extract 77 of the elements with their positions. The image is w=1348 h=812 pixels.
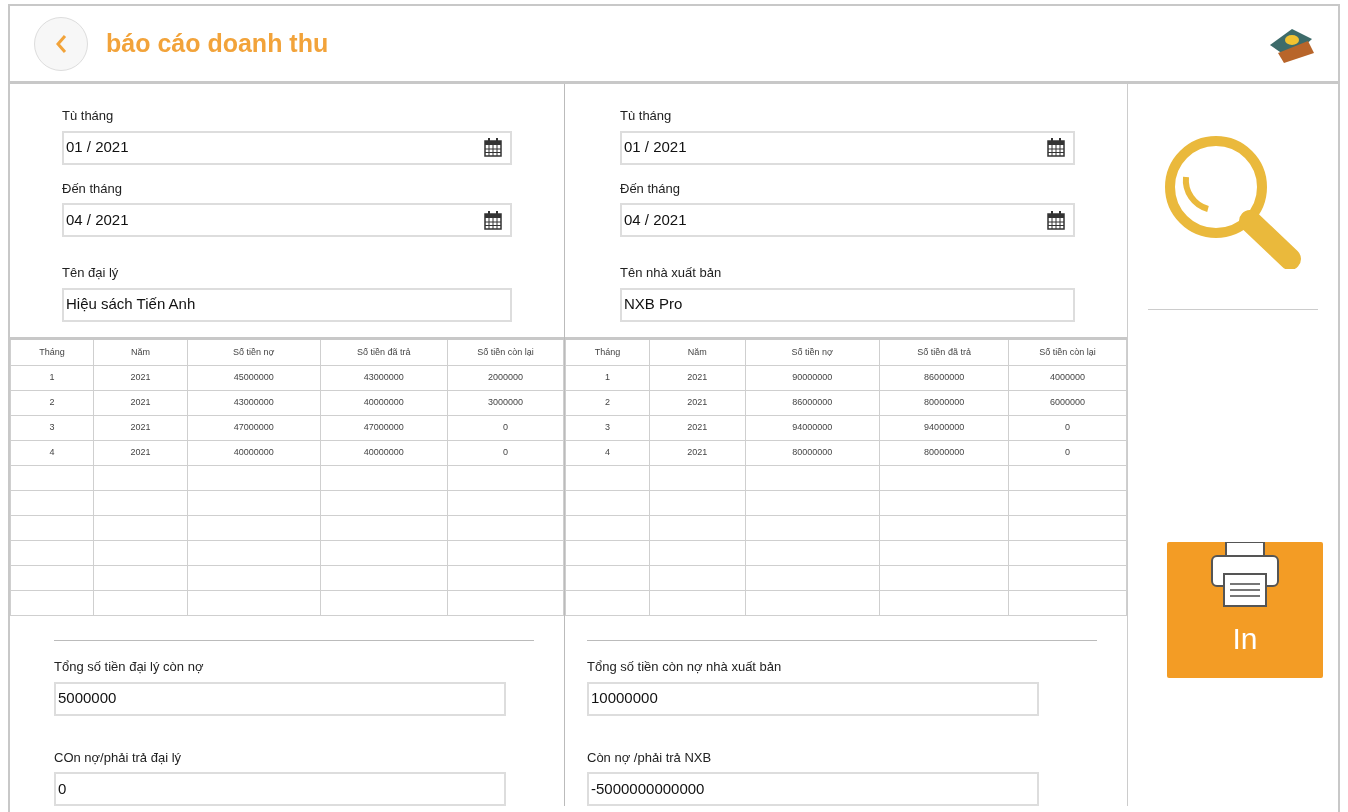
table-cell: 47000000: [320, 415, 448, 441]
table-cell: 6000000: [1008, 390, 1127, 416]
table-cell: 47000000: [187, 415, 321, 441]
column-header: Tháng: [10, 338, 94, 366]
column-header: Số tiền đã trả: [879, 338, 1009, 366]
table-cell: 0: [1008, 440, 1127, 466]
table-cell: 3000000: [447, 390, 564, 416]
input-field[interactable]: NXB Pro: [620, 287, 1075, 322]
input-field[interactable]: Hiệu sách Tiến Anh: [62, 287, 512, 322]
column-header: Số tiền nợ: [187, 338, 321, 366]
field-label: Đến tháng: [620, 179, 681, 198]
table-cell: 2: [10, 390, 94, 416]
field-label: Đến tháng: [62, 179, 123, 198]
table-cell: 90000000: [745, 365, 880, 391]
table-cell: 43000000: [187, 390, 321, 416]
table-cell: 40000000: [320, 440, 448, 466]
table-cell: 80000000: [745, 440, 880, 466]
table-cell: 86000000: [879, 365, 1009, 391]
field-label: Tù tháng: [62, 107, 115, 125]
column-header: Số tiền còn lại: [1008, 338, 1127, 366]
table-cell: 2021: [649, 415, 745, 441]
page-title: báo cáo doanh thu: [106, 27, 329, 59]
table-cell: 94000000: [745, 415, 880, 441]
table-cell: 0: [447, 440, 564, 466]
month-field[interactable]: 01 / 2021: [62, 130, 512, 165]
field-label: COn nợ/phải trả đại lý: [54, 748, 183, 767]
table-cell: 2: [565, 390, 650, 416]
column-header: Năm: [93, 338, 188, 366]
field-label: Còn nợ /phải trả NXB: [587, 748, 713, 767]
table-cell: 1: [10, 365, 94, 391]
table-cell: 3: [10, 415, 94, 441]
input-field[interactable]: -5000000000000: [587, 772, 1039, 806]
table-cell: 2021: [649, 365, 745, 391]
table-cell: 2021: [93, 440, 188, 466]
month-field[interactable]: 04 / 2021: [62, 203, 512, 237]
table-cell: 40000000: [187, 440, 321, 466]
month-field[interactable]: 01 / 2021: [620, 130, 1075, 165]
table-cell: 43000000: [320, 365, 448, 391]
table-cell: 86000000: [745, 390, 880, 416]
table-cell: 0: [1008, 415, 1127, 441]
calendar-icon[interactable]: [484, 138, 502, 157]
table-cell: 0: [447, 415, 564, 441]
table-cell: 2021: [649, 440, 745, 466]
table-cell: 2021: [93, 415, 188, 441]
table-cell: 2021: [649, 390, 745, 416]
table-cell: 4: [10, 440, 94, 466]
back-icon: [54, 32, 68, 55]
table-cell: 4: [565, 440, 650, 466]
field-label: Tổng số tiền đại lý còn nợ: [54, 658, 205, 676]
input-field[interactable]: 0: [54, 772, 506, 806]
table-cell: 40000000: [320, 390, 448, 416]
field-label: Tổng số tiền còn nợ nhà xuất bản: [587, 658, 783, 676]
table-cell: 80000000: [879, 440, 1009, 466]
column-header: Năm: [649, 338, 745, 366]
field-label: Tên nhà xuất bản: [620, 264, 723, 282]
month-field[interactable]: 04 / 2021: [620, 203, 1075, 237]
table-cell: 2000000: [447, 365, 564, 391]
field-label: Tên đại lý: [62, 264, 120, 282]
table-cell: 94000000: [879, 415, 1009, 441]
table-cell: 2021: [93, 390, 188, 416]
table-cell: 80000000: [879, 390, 1009, 416]
printer-icon: [1210, 542, 1280, 608]
calendar-icon[interactable]: [1047, 210, 1065, 230]
input-field[interactable]: 10000000: [587, 681, 1039, 716]
table-cell: 45000000: [187, 365, 321, 391]
column-header: Số tiền còn lại: [447, 338, 564, 366]
table-cell: 4000000: [1008, 365, 1127, 391]
table-cell: 3: [565, 415, 650, 441]
column-header: Tháng: [565, 338, 650, 366]
field-label: Tù tháng: [620, 107, 673, 125]
input-field[interactable]: 5000000: [54, 681, 506, 716]
calendar-icon[interactable]: [1047, 138, 1065, 157]
table-cell: 2021: [93, 365, 188, 391]
column-header: Số tiền đã trả: [320, 338, 448, 366]
column-header: Số tiền nợ: [745, 338, 880, 366]
calendar-icon[interactable]: [484, 210, 502, 230]
table-cell: 1: [565, 365, 650, 391]
